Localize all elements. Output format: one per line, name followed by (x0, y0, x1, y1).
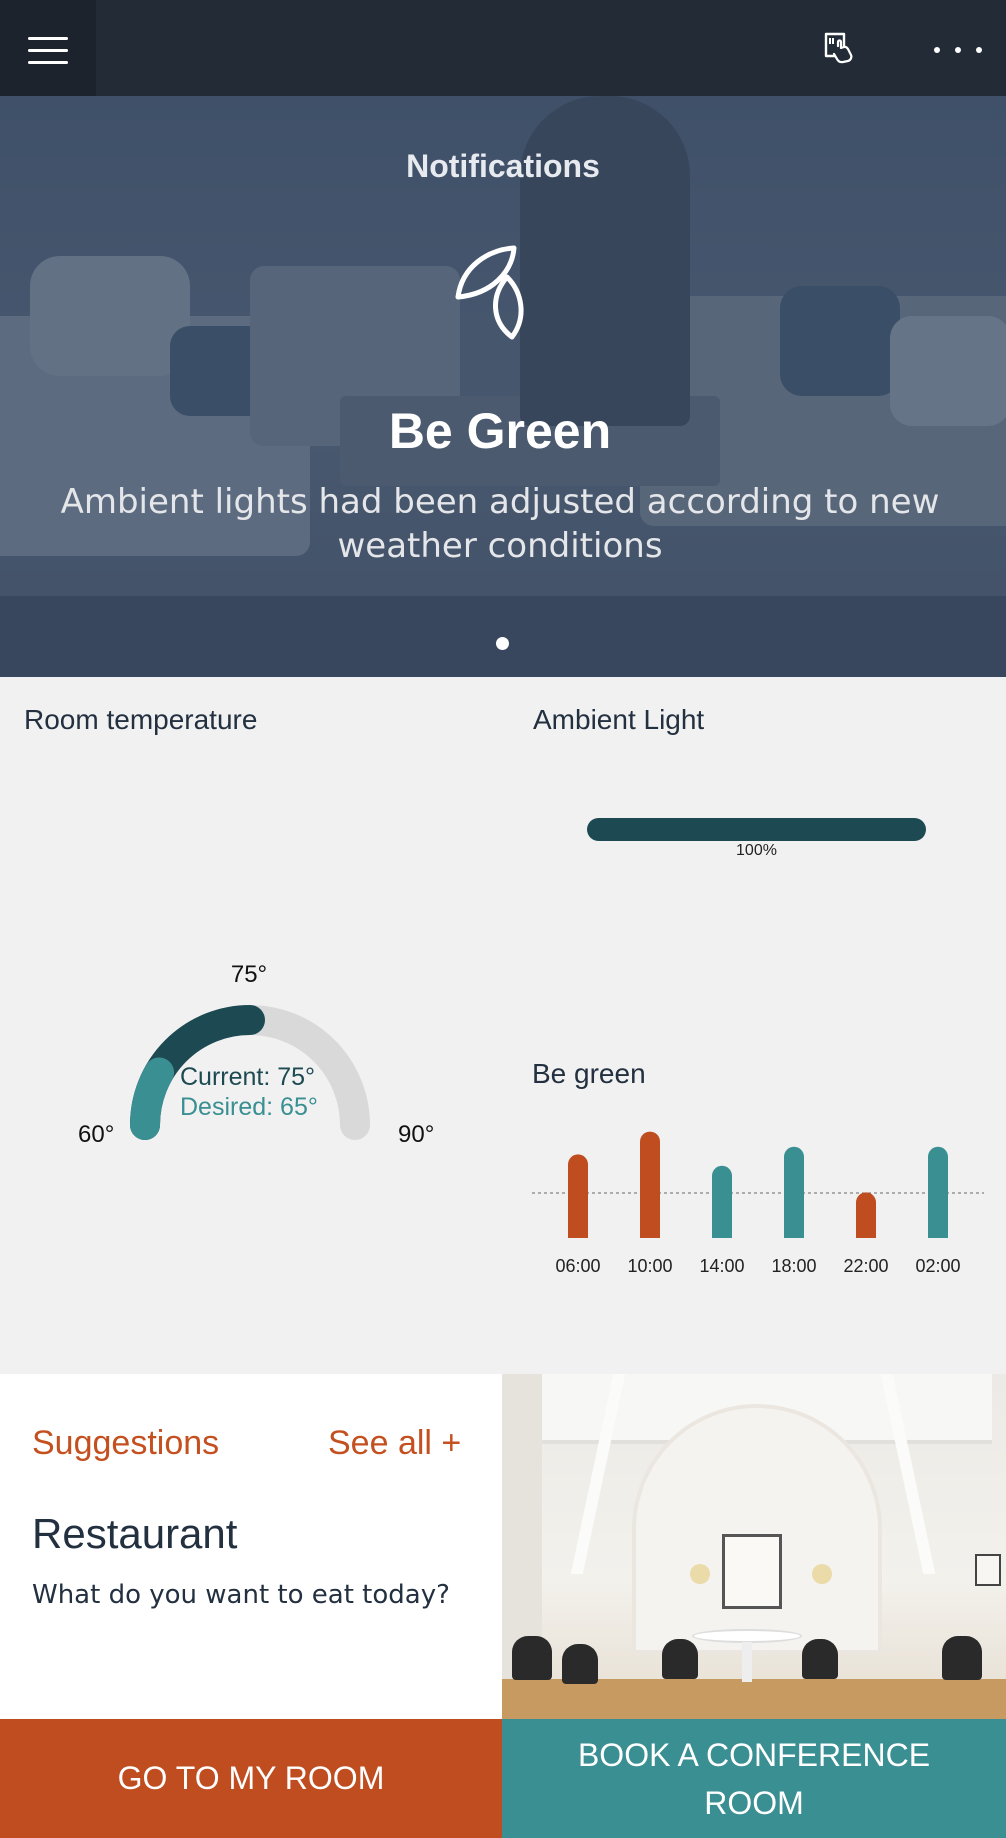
go-to-my-room-button[interactable]: GO TO MY ROOM (0, 1719, 502, 1838)
notifications-heading: Notifications (406, 148, 600, 184)
chart-tick-label: 18:00 (771, 1256, 816, 1276)
chart-bar (640, 1131, 660, 1238)
hamburger-menu-icon[interactable] (0, 0, 96, 96)
chart-tick-label: 14:00 (699, 1256, 744, 1276)
ambient-light-value: 100% (736, 842, 777, 859)
card-tap-icon[interactable] (820, 28, 864, 68)
book-conference-room-button[interactable]: BOOK A CONFERENCE ROOM (502, 1719, 1006, 1838)
chart-tick-label: 22:00 (843, 1256, 888, 1276)
chart-bar (784, 1146, 804, 1238)
chart-bar-base (928, 1228, 948, 1238)
suggestions-title: Suggestions (32, 1424, 220, 1462)
chart-bar-base (856, 1228, 876, 1238)
gauge-min-label: 60° (78, 1121, 114, 1148)
notification-description: Ambient lights had been adjusted accordi… (60, 482, 940, 566)
room-temperature-title: Room temperature (24, 704, 258, 735)
chart-bar-base (784, 1228, 804, 1238)
gauge-desired-text: Desired: 65° (180, 1093, 318, 1121)
see-all-link[interactable]: See all + (328, 1424, 461, 1463)
gauge-current-text: Current: 75° (180, 1063, 315, 1091)
gauge-max-label: 90° (398, 1121, 434, 1148)
chart-tick-label: 06:00 (555, 1256, 600, 1276)
be-green-chart: 06:00 10:00 14:00 18:00 22:00 02:00 (532, 1131, 984, 1276)
notification-title: Be Green (388, 403, 612, 459)
chart-bar-base (568, 1228, 588, 1238)
be-green-title: Be green (532, 1058, 646, 1089)
chart-bar-base (712, 1228, 732, 1238)
chart-bar (568, 1154, 588, 1238)
chart-tick-label: 10:00 (627, 1256, 672, 1276)
chart-bar-base (640, 1228, 660, 1238)
gauge-desired-arc (130, 1057, 175, 1140)
leaves-icon (455, 245, 524, 340)
suggestion-heading: Restaurant (32, 1510, 238, 1557)
chart-bar (712, 1165, 732, 1238)
suggestion-subtitle: What do you want to eat today? (32, 1580, 450, 1610)
ambient-light-progress[interactable] (587, 818, 926, 841)
restaurant-photo (502, 1374, 1006, 1719)
gauge-current-marker-label: 75° (231, 961, 267, 988)
ambient-light-title: Ambient Light (533, 704, 705, 735)
chart-tick-label: 02:00 (915, 1256, 960, 1276)
more-dots-icon[interactable] (934, 30, 982, 70)
carousel-dot[interactable] (496, 637, 509, 650)
temperature-gauge: 60° 90° 75° Current: 75° Desired: 65° (78, 961, 434, 1148)
top-bar (0, 0, 1006, 96)
chart-bar (928, 1146, 948, 1238)
notification-hero: Notifications Be Green Ambient lights ha… (0, 96, 1006, 677)
